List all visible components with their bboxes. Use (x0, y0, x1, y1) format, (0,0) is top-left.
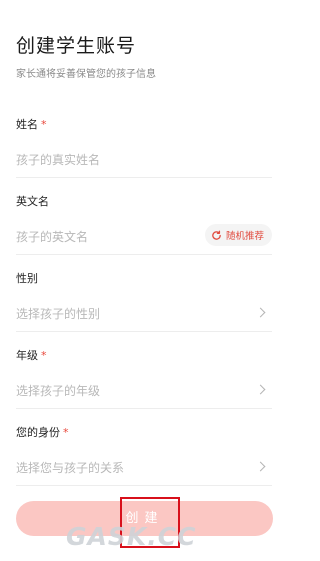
grade-placeholder: 选择孩子的年级 (16, 384, 101, 398)
page-title: 创建学生账号 (16, 35, 137, 57)
field-grade: 年级 * 选择孩子的年级 (16, 348, 272, 409)
name-input[interactable]: 孩子的真实姓名 (16, 145, 272, 178)
grade-select[interactable]: 选择孩子的年级 (16, 376, 272, 409)
random-recommend-button[interactable]: 随机推荐 (204, 224, 272, 246)
field-label-gender: 性别 (16, 271, 272, 287)
required-star: * (63, 426, 69, 439)
field-label-text: 您的身份 (16, 426, 60, 439)
gender-select[interactable]: 选择孩子的性别 (16, 299, 272, 332)
field-gender: 性别 选择孩子的性别 (16, 271, 272, 332)
relationship-select[interactable]: 选择您与孩子的关系 (16, 453, 272, 486)
random-recommend-label: 随机推荐 (225, 231, 264, 242)
chevron-right-icon (255, 307, 266, 318)
field-label-text: 性别 (16, 272, 38, 285)
field-label-name: 姓名 * (16, 117, 272, 133)
chevron-right-icon (255, 384, 266, 395)
field-label-text: 英文名 (16, 195, 49, 208)
field-english-name: 英文名 孩子的英文名 随机推荐 (16, 194, 272, 255)
relationship-placeholder: 选择您与孩子的关系 (16, 461, 125, 475)
gender-placeholder: 选择孩子的性别 (16, 307, 101, 321)
refresh-icon (211, 230, 222, 241)
chevron-right-icon (255, 461, 266, 472)
english-name-placeholder: 孩子的英文名 (16, 230, 89, 244)
page-subtitle: 家长通将妥善保管您的孩子信息 (16, 69, 156, 80)
field-name: 姓名 * 孩子的真实姓名 (16, 117, 272, 178)
field-label-relationship: 您的身份 * (16, 425, 272, 441)
field-label-text: 姓名 (16, 118, 38, 131)
field-label-text: 年级 (16, 349, 38, 362)
name-placeholder: 孩子的真实姓名 (16, 153, 101, 167)
required-star: * (41, 118, 47, 131)
required-star: * (41, 349, 47, 362)
field-label-grade: 年级 * (16, 348, 272, 364)
english-name-input[interactable]: 孩子的英文名 随机推荐 (16, 222, 272, 255)
field-label-english-name: 英文名 (16, 194, 272, 210)
field-relationship: 您的身份 * 选择您与孩子的关系 (16, 425, 272, 486)
watermark: GASK.CC (66, 522, 197, 551)
